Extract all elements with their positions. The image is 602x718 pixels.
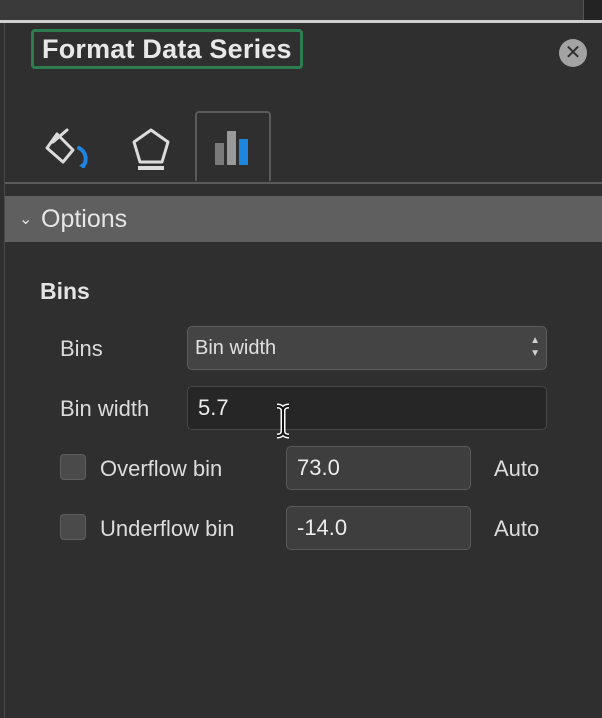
options-section-header[interactable]: ⌄ Options bbox=[5, 196, 602, 242]
bins-select-value: Bin width bbox=[195, 336, 277, 359]
overflow-bin-value: 73.0 bbox=[297, 455, 340, 480]
bin-width-label: Bin width bbox=[60, 396, 150, 421]
tab-fill-line[interactable] bbox=[31, 115, 107, 183]
pane-title: Format Data Series bbox=[31, 29, 303, 69]
chevron-down-icon: ⌄ bbox=[19, 211, 33, 228]
bins-select[interactable]: Bin width ▲ ▼ bbox=[187, 326, 547, 370]
series-options-icon bbox=[215, 131, 248, 165]
close-icon[interactable]: ✕ bbox=[559, 39, 587, 67]
bin-width-input[interactable]: 5.7 bbox=[187, 386, 547, 430]
underflow-bin-input[interactable]: -14.0 bbox=[286, 506, 471, 550]
bin-width-value: 5.7 bbox=[198, 395, 229, 420]
fill-line-icon bbox=[45, 128, 88, 168]
underflow-bin-value: -14.0 bbox=[297, 515, 348, 540]
overflow-bin-input[interactable]: 73.0 bbox=[286, 446, 471, 490]
select-arrows-icon: ▲ ▼ bbox=[530, 335, 540, 359]
top-corner-control[interactable] bbox=[583, 0, 602, 20]
window-top-strip bbox=[0, 0, 602, 20]
effects-pentagon-icon bbox=[132, 128, 170, 170]
underflow-auto-button[interactable]: Auto bbox=[494, 516, 539, 542]
text-cursor-icon bbox=[276, 403, 290, 439]
bins-label: Bins bbox=[60, 336, 103, 361]
options-header-label: Options bbox=[41, 204, 128, 233]
tab-series-options[interactable] bbox=[195, 111, 271, 181]
tab-effects[interactable] bbox=[113, 115, 189, 183]
overflow-bin-label: Overflow bin bbox=[100, 456, 223, 481]
tabs-divider bbox=[5, 182, 602, 184]
format-pane: Format Data Series ✕ ⌄ Options Bins Bins… bbox=[4, 23, 602, 718]
overflow-auto-button[interactable]: Auto bbox=[494, 456, 539, 482]
underflow-bin-checkbox[interactable] bbox=[60, 514, 86, 540]
underflow-bin-label: Underflow bin bbox=[100, 516, 235, 541]
overflow-bin-checkbox[interactable] bbox=[60, 454, 86, 480]
bins-section-title: Bins bbox=[40, 278, 90, 304]
